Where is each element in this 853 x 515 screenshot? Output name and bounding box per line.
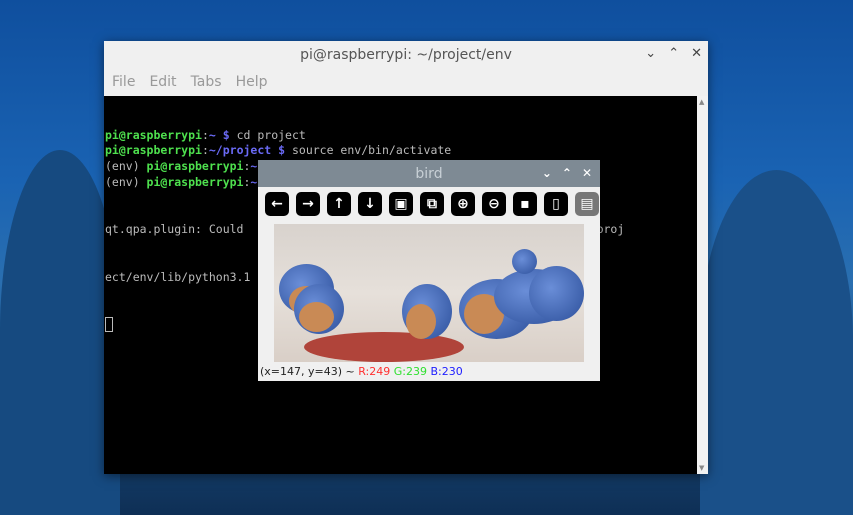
prompt-prefix: (env)	[105, 174, 147, 189]
red-value: R:249	[358, 365, 391, 378]
prompt-cmd: source env/bin/activate	[285, 143, 452, 158]
scroll-down-icon[interactable]: ▼	[699, 464, 704, 472]
back-icon[interactable]: ←	[265, 192, 289, 216]
minimize-icon[interactable]: ⌄	[645, 46, 656, 61]
green-value: G:239	[393, 365, 427, 378]
window-title: pi@raspberrypi: ~/project/env	[300, 46, 512, 63]
bird-image[interactable]	[274, 224, 584, 362]
mountain	[0, 150, 120, 515]
bird-window[interactable]: bird ⌄ ⌃ ✕ ← → ↑ ↓ ▣ ⧉ ⊕ ⊖ ▪ ▯ ▤ (x=147, y…	[258, 160, 600, 381]
bird-titlebar[interactable]: bird ⌄ ⌃ ✕	[258, 160, 600, 187]
arrow-down-icon[interactable]: ↓	[358, 192, 382, 216]
maximize-icon[interactable]: ⌃	[668, 46, 679, 61]
properties-icon[interactable]: ▤	[575, 192, 599, 216]
prompt-user: pi@raspberrypi	[146, 174, 244, 189]
prompt-cmd: cd project	[229, 127, 306, 142]
prompt-path: ~ $	[208, 127, 230, 142]
close-icon[interactable]: ✕	[582, 166, 592, 180]
window-title: bird	[415, 165, 443, 182]
scrollbar[interactable]: ▲ ▼	[697, 96, 708, 474]
minimize-icon[interactable]: ⌄	[542, 166, 552, 180]
forward-icon[interactable]: →	[296, 192, 320, 216]
zoom-image-icon[interactable]: ⧉	[420, 192, 444, 216]
text-cursor	[105, 317, 113, 333]
prompt-user: pi@raspberrypi	[105, 127, 202, 142]
toolbar: ← → ↑ ↓ ▣ ⧉ ⊕ ⊖ ▪ ▯ ▤	[258, 187, 600, 216]
clipboard-icon[interactable]: ▯	[544, 192, 568, 216]
prompt-sep: :	[201, 127, 209, 142]
scroll-up-icon[interactable]: ▲	[699, 98, 704, 106]
menu-bar: File Edit Tabs Help	[104, 68, 708, 96]
command-line: pi@raspberrypi:~/project $ source env/bi…	[105, 143, 697, 159]
zoom-out-icon[interactable]: ⊖	[482, 192, 506, 216]
menu-tabs[interactable]: Tabs	[191, 74, 222, 90]
menu-edit[interactable]: Edit	[149, 74, 176, 90]
terminal-titlebar[interactable]: pi@raspberrypi: ~/project/env ⌄ ⌃ ✕	[104, 41, 708, 68]
close-icon[interactable]: ✕	[691, 46, 702, 61]
menu-file[interactable]: File	[112, 74, 135, 90]
prompt-user: pi@raspberrypi	[146, 159, 244, 174]
command-line: pi@raspberrypi:~ $ cd project	[105, 128, 697, 144]
prompt-user: pi@raspberrypi	[105, 143, 202, 158]
prompt-path: ~/project $	[208, 143, 286, 158]
birdbath	[304, 332, 464, 362]
pixel-coords: (x=147, y=43) ~	[260, 365, 359, 378]
maximize-icon[interactable]: ⌃	[562, 166, 572, 180]
mountain	[700, 170, 853, 515]
image-icon[interactable]: ▣	[389, 192, 413, 216]
arrow-up-icon[interactable]: ↑	[327, 192, 351, 216]
blue-value: B:230	[430, 365, 463, 378]
menu-help[interactable]: Help	[236, 74, 268, 90]
save-icon[interactable]: ▪	[513, 192, 537, 216]
zoom-in-icon[interactable]: ⊕	[451, 192, 475, 216]
status-bar: (x=147, y=43) ~ R:249 G:239 B:230	[260, 365, 463, 378]
prompt-prefix: (env)	[105, 159, 147, 174]
prompt-sep: :	[201, 143, 209, 158]
